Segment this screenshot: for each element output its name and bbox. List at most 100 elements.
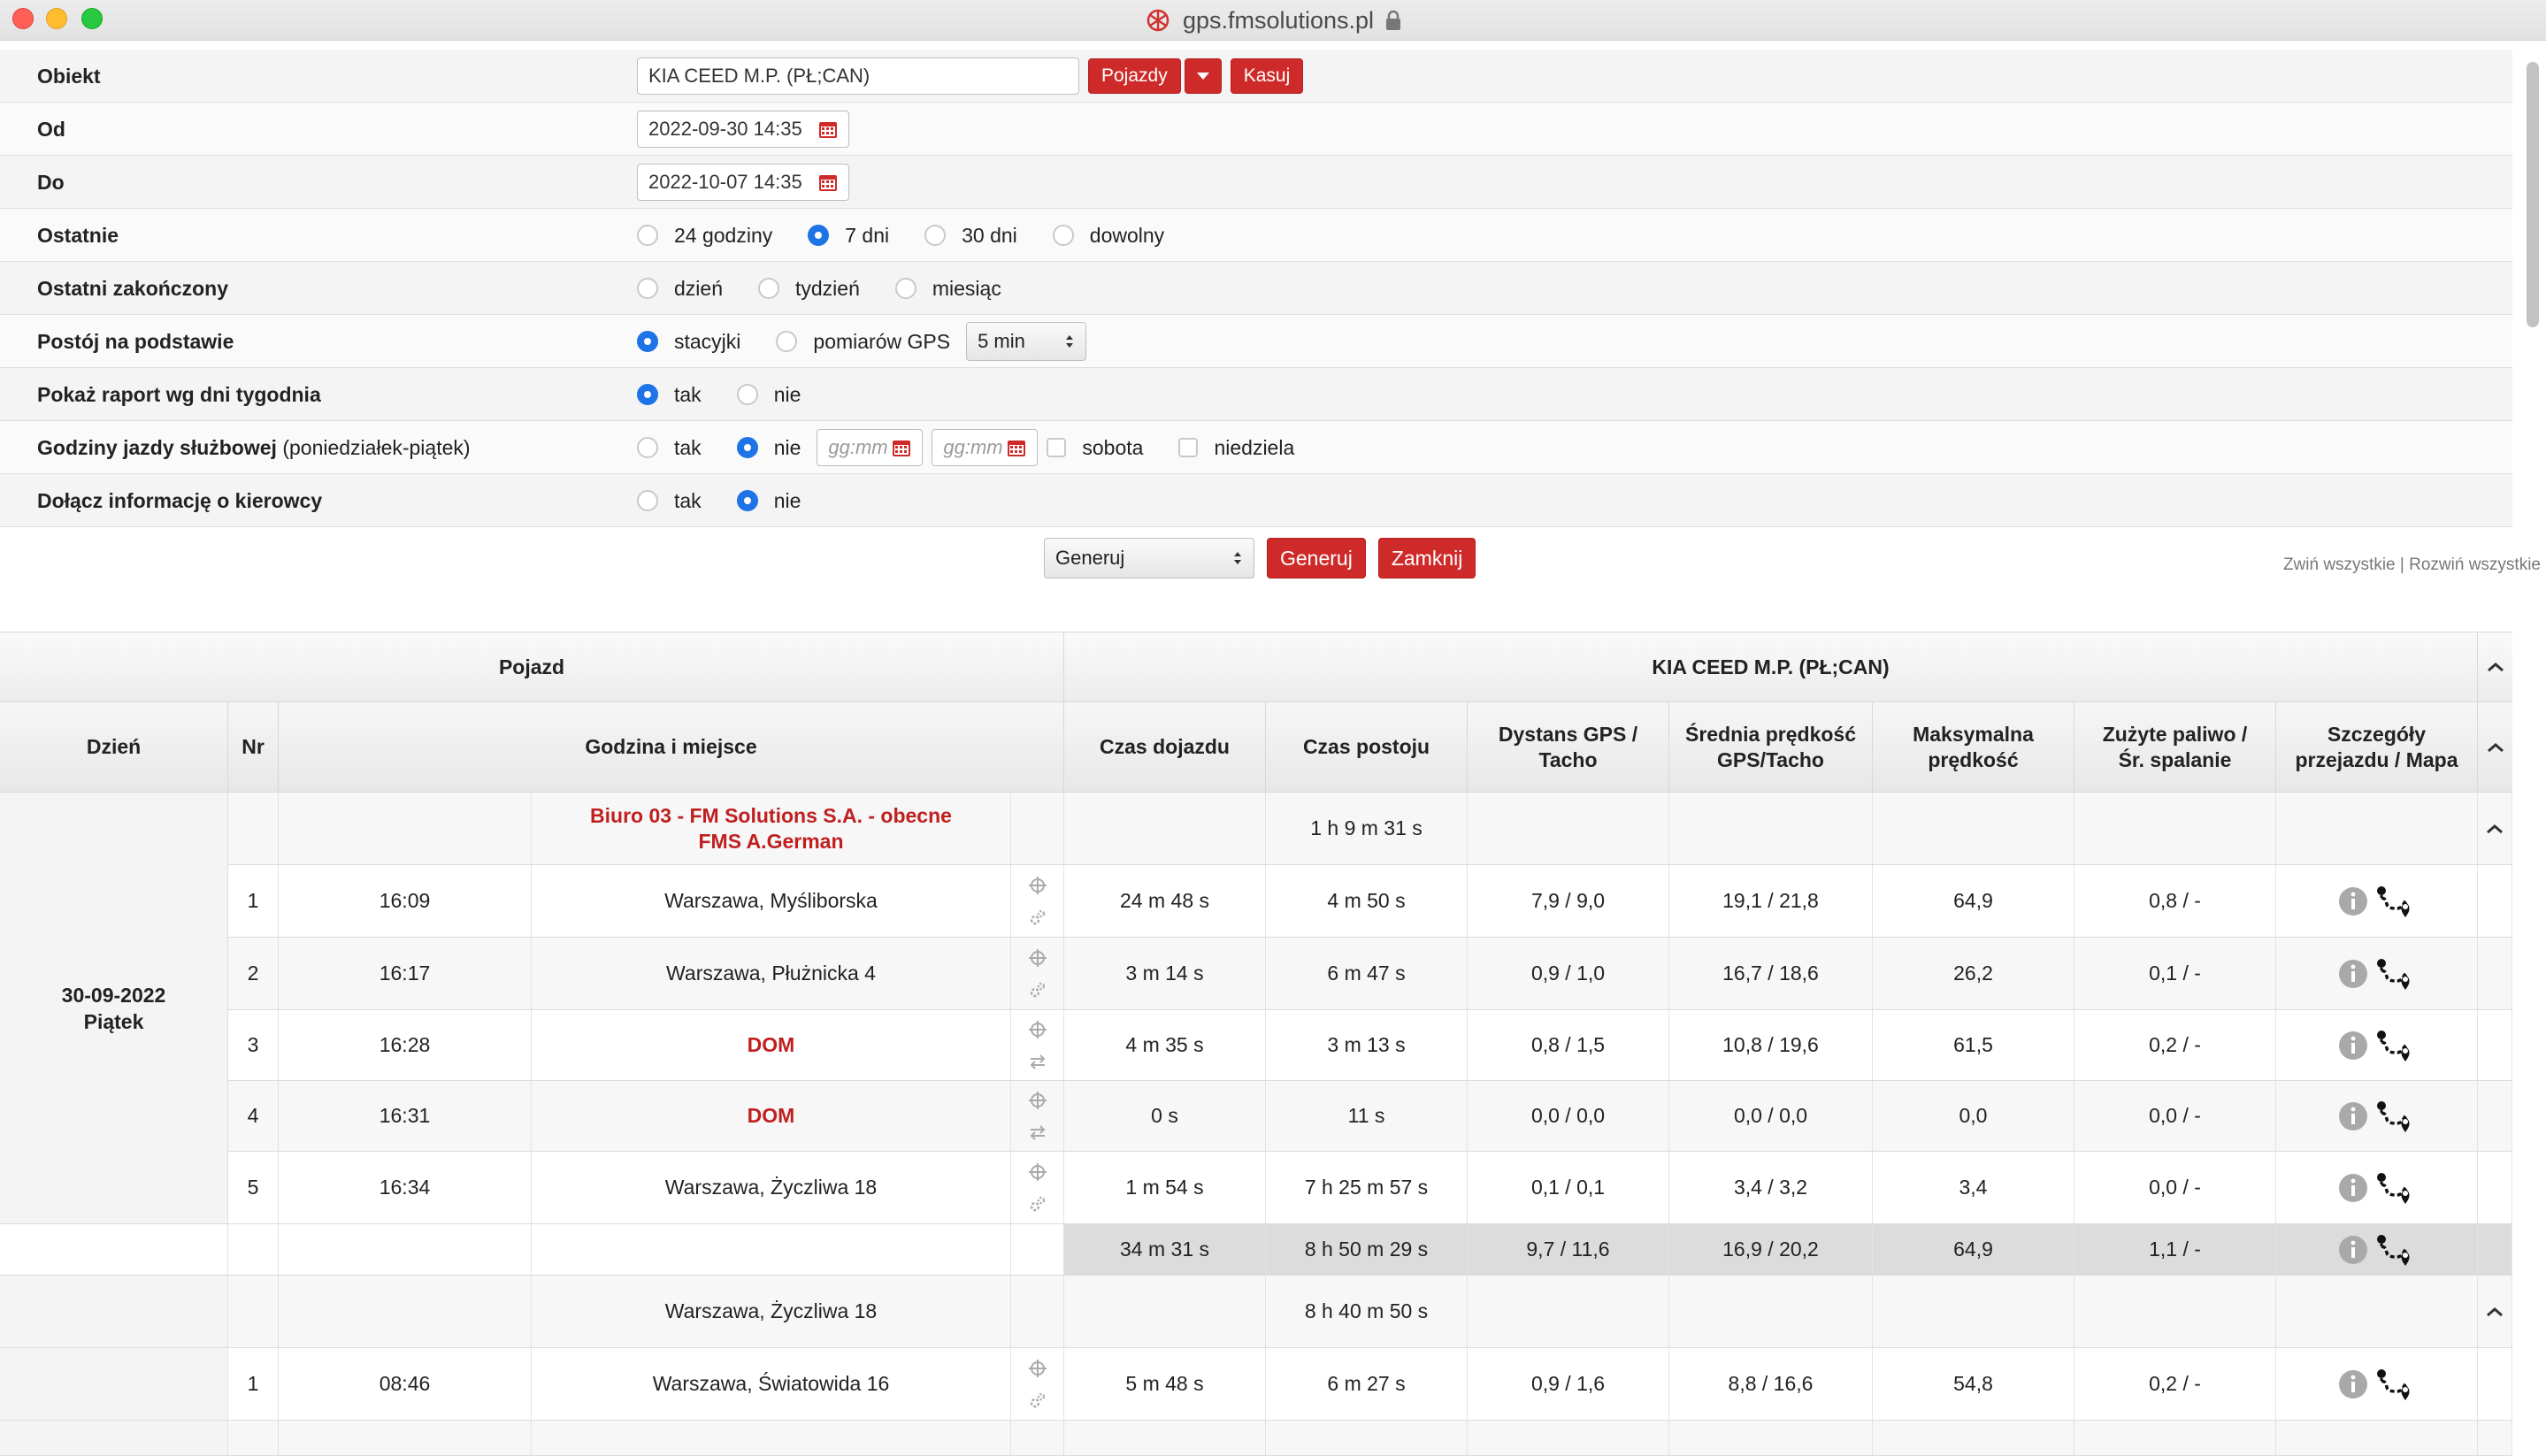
collapse-day-toggle[interactable] [2478, 793, 2512, 864]
calendar-icon[interactable] [1007, 438, 1026, 457]
table-row[interactable]: 4 16:31 DOM 0 s 11 s 0,0 / 0,0 0,0 / 0,0 0,0 0,0… [0, 1081, 2512, 1152]
ostatnie-24h-option[interactable]: 24 godziny [637, 224, 772, 248]
raport-dni-tak-option[interactable]: tak [637, 383, 702, 407]
info-icon[interactable] [2338, 886, 2368, 916]
time-value: 16:34 [379, 1176, 431, 1199]
radio[interactable] [757, 278, 779, 299]
postoj-gps-option[interactable]: pomiarów GPS [776, 330, 950, 354]
ostatnie-30d-option[interactable]: 30 dni [924, 224, 1017, 248]
swap-icon[interactable] [1028, 1052, 1047, 1071]
radio-selected[interactable] [808, 225, 830, 246]
time-from-input[interactable]: gg:mm [817, 429, 924, 466]
niedziela-checkbox[interactable]: niedziela [1178, 436, 1294, 460]
route-map-icon[interactable] [2373, 1028, 2416, 1063]
od-date-input[interactable]: 2022-09-30 14:35 [637, 111, 849, 148]
raport-dni-nie-option[interactable]: nie [736, 383, 801, 407]
crosshair-icon[interactable] [1028, 1020, 1047, 1039]
avg-value: 10,8 / 19,6 [1722, 1033, 1819, 1056]
crosshair-icon[interactable] [1028, 876, 1047, 895]
info-icon[interactable] [2338, 1031, 2368, 1061]
collapse-all-link[interactable]: Zwiń wszystkie [2283, 556, 2396, 574]
crosshair-icon[interactable] [1028, 1091, 1047, 1110]
radio[interactable] [894, 278, 916, 299]
pojazdy-dropdown-button[interactable] [1184, 58, 1222, 94]
cell-geo-tools [1011, 1010, 1064, 1080]
zakonczony-tydzien-option[interactable]: tydzień [757, 277, 860, 301]
route-map-icon[interactable] [2373, 956, 2416, 992]
gear-icon[interactable] [1028, 908, 1047, 927]
vehicle-header-row: Pojazd KIA CEED M.P. (PŁ;CAN) [0, 632, 2512, 702]
godziny-tak-option[interactable]: tak [637, 436, 702, 460]
calendar-icon[interactable] [892, 438, 911, 457]
swap-icon[interactable] [1028, 1123, 1047, 1142]
kierowca-nie-option[interactable]: nie [736, 489, 801, 513]
godziny-nie-option[interactable]: nie [736, 436, 801, 460]
radio-selected[interactable] [736, 490, 758, 511]
radio[interactable] [637, 490, 658, 511]
postoj-stacyjki-option[interactable]: stacyjki [637, 330, 740, 354]
radio[interactable] [736, 384, 758, 405]
route-map-icon[interactable] [2373, 1367, 2416, 1402]
table-row[interactable]: 2 16:17 Warszawa, Płużnicka 4 3 m 14 s 6 m 4… [0, 938, 2512, 1010]
info-icon[interactable] [2338, 1101, 2368, 1131]
info-icon[interactable] [2338, 1173, 2368, 1203]
avg-value: 3,4 / 3,2 [1733, 1176, 1808, 1199]
zakonczony-dzien-option[interactable]: dzień [637, 277, 723, 301]
do-date-input[interactable]: 2022-10-07 14:35 [637, 164, 849, 201]
info-icon[interactable] [2338, 1235, 2368, 1265]
route-map-icon[interactable] [2373, 1099, 2416, 1134]
cell-avg: 16,7 / 18,6 [1669, 938, 1873, 1009]
collapse-vehicle-toggle[interactable] [2478, 632, 2512, 701]
gear-icon[interactable] [1028, 1391, 1047, 1410]
cell-dist: 0,0 / 0,0 [1468, 1081, 1669, 1151]
postoj-interval-select[interactable]: 5 min [966, 322, 1087, 361]
table-row[interactable]: 1 08:46 Warszawa, Światowida 16 5 m 48 s 6 m… [0, 1348, 2512, 1421]
collapse-columns-toggle[interactable] [2478, 702, 2512, 792]
radio[interactable] [637, 225, 658, 246]
gear-icon[interactable] [1028, 1194, 1047, 1214]
table-row[interactable]: 5 16:34 Warszawa, Życzliwa 18 1 m 54 s 7 h 2… [0, 1152, 2512, 1224]
checkbox[interactable] [1178, 438, 1199, 457]
crosshair-icon[interactable] [1028, 948, 1047, 968]
generate-button[interactable]: Generuj [1267, 538, 1366, 579]
info-icon[interactable] [2338, 959, 2368, 989]
crosshair-icon[interactable] [1028, 1359, 1047, 1378]
table-row[interactable]: 3 16:28 DOM 4 m 35 s 3 m 13 s 0,8 / 1,5 10,8 /… [0, 1010, 2512, 1081]
sobota-checkbox[interactable]: sobota [1047, 436, 1143, 460]
radio[interactable] [924, 225, 947, 246]
page-scrollbar[interactable] [2519, 50, 2546, 1442]
scroll-thumb[interactable] [2527, 62, 2539, 327]
route-map-icon[interactable] [2373, 884, 2416, 919]
pojazdy-button[interactable]: Pojazdy [1088, 58, 1181, 94]
radio[interactable] [637, 437, 658, 458]
generate-format-select[interactable]: Generuj [1044, 538, 1254, 579]
radio[interactable] [1052, 225, 1074, 246]
radio-selected[interactable] [736, 437, 758, 458]
kasuj-button[interactable]: Kasuj [1230, 58, 1304, 94]
radio[interactable] [637, 278, 658, 299]
table-row[interactable]: 1 16:09 Warszawa, Myśliborska 24 m 48 s 4 m … [0, 865, 2512, 938]
gear-icon[interactable] [1028, 980, 1047, 1000]
crosshair-icon[interactable] [1028, 1162, 1047, 1182]
col-fuel: Zużyte paliwo / Śr. spalanie [2074, 702, 2276, 792]
expand-all-link[interactable]: Rozwiń wszystkie [2409, 556, 2541, 574]
ostatnie-7d-option[interactable]: 7 dni [808, 224, 889, 248]
obiekt-input[interactable]: KIA CEED M.P. (PŁ;CAN) [637, 57, 1079, 95]
kierowca-tak-option[interactable]: tak [637, 489, 702, 513]
collapse-day-toggle[interactable] [2478, 1276, 2512, 1347]
calendar-icon[interactable] [818, 119, 838, 139]
calendar-icon[interactable] [818, 172, 838, 192]
checkbox[interactable] [1047, 438, 1067, 457]
address-bar[interactable]: gps.fmsolutions.pl [0, 0, 2546, 41]
close-button[interactable]: Zamknij [1377, 538, 1476, 579]
radio-selected[interactable] [637, 384, 658, 405]
ostatnie-dowolny-option[interactable]: dowolny [1052, 224, 1164, 248]
route-map-icon[interactable] [2373, 1170, 2416, 1206]
time-to-input[interactable]: gg:mm [932, 429, 1039, 466]
info-icon[interactable] [2338, 1369, 2368, 1399]
radio-selected[interactable] [637, 331, 658, 352]
zakonczony-miesiac-option[interactable]: miesiąc [894, 277, 1001, 301]
time-value: 16:09 [379, 889, 431, 912]
route-map-icon[interactable] [2373, 1232, 2416, 1268]
radio[interactable] [776, 331, 798, 352]
